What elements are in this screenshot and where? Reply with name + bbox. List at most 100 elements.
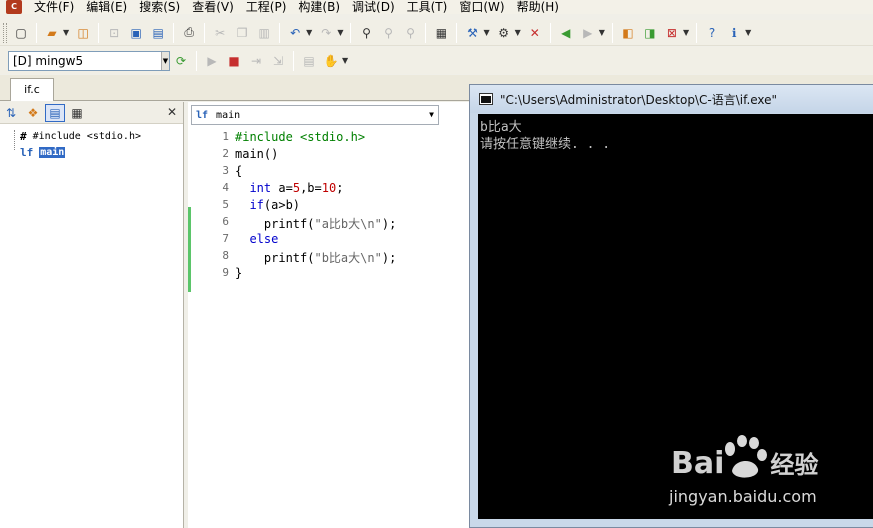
console-app-icon bbox=[479, 93, 493, 105]
code-token: printf( bbox=[235, 217, 315, 231]
navigate-dropdown-icon[interactable]: ▼ bbox=[599, 28, 605, 37]
filter-icon[interactable]: ❖ bbox=[23, 104, 43, 122]
watermark-logo-text: Bai 经验 bbox=[671, 446, 819, 481]
menu-search[interactable]: 搜索(S) bbox=[133, 0, 186, 14]
open-project-icon[interactable]: ◫ bbox=[73, 23, 93, 43]
tree-item-include[interactable]: # #include <stdio.h> bbox=[14, 128, 141, 144]
step-into-icon[interactable]: ⇲ bbox=[268, 51, 288, 71]
code-editor[interactable]: lf main ▼ 1 2 3 4 5 6 7 8 9 #include <stdio.h> ma… bbox=[188, 102, 478, 528]
code-line[interactable]: printf("b比a大\n"); bbox=[235, 249, 396, 266]
sort-az-icon[interactable]: ⇅ bbox=[1, 104, 21, 122]
redo-icon[interactable]: ↷ bbox=[316, 23, 336, 43]
chevron-down-icon[interactable]: ▼ bbox=[429, 110, 434, 119]
menu-edit[interactable]: 编辑(E) bbox=[80, 0, 133, 14]
redo-dropdown-icon[interactable]: ▼ bbox=[337, 28, 343, 37]
new-file-icon[interactable]: ▢ bbox=[11, 23, 31, 43]
code-line[interactable]: } bbox=[235, 266, 242, 280]
code-line[interactable]: int a=5,b=10; bbox=[235, 181, 343, 195]
close-icon[interactable]: ✕ bbox=[167, 105, 177, 119]
debug-dropdown-icon[interactable]: ▼ bbox=[342, 56, 348, 65]
paste-icon[interactable]: ▥ bbox=[254, 23, 274, 43]
back-arrow-icon[interactable]: ◀ bbox=[556, 23, 576, 43]
undo-dropdown-icon[interactable]: ▼ bbox=[306, 28, 312, 37]
code-line[interactable]: if(a>b) bbox=[235, 198, 300, 212]
line-number: 3 bbox=[222, 164, 229, 177]
menu-build[interactable]: 构建(B) bbox=[292, 0, 346, 14]
bookmark-dropdown-icon[interactable]: ▼ bbox=[683, 28, 689, 37]
build-icon[interactable]: ⚙ bbox=[494, 23, 514, 43]
find-in-files-icon[interactable]: ▦ bbox=[431, 23, 451, 43]
code-line[interactable]: { bbox=[235, 164, 242, 178]
hand-icon[interactable]: ✋ bbox=[321, 51, 341, 71]
find-next-icon[interactable]: ⚲ bbox=[378, 23, 398, 43]
code-token: ); bbox=[381, 217, 397, 231]
code-token: a= bbox=[271, 181, 293, 195]
open-folder-icon[interactable]: ▰ bbox=[42, 23, 62, 43]
baidu-watermark: Bai 经验 jingyan.baidu.com bbox=[665, 435, 865, 515]
bookmark-next-icon[interactable]: ◨ bbox=[640, 23, 660, 43]
tab-if-c[interactable]: if.c bbox=[10, 78, 54, 101]
find-icon[interactable]: ⚲ bbox=[356, 23, 376, 43]
compile-dropdown-icon[interactable]: ▼ bbox=[483, 28, 489, 37]
menu-project[interactable]: 工程(P) bbox=[240, 0, 293, 14]
build-dropdown-icon[interactable]: ▼ bbox=[515, 28, 521, 37]
menu-tools[interactable]: 工具(T) bbox=[401, 0, 454, 14]
toolbar-separator bbox=[196, 50, 197, 71]
refresh-compiler-icon[interactable]: ⟳ bbox=[171, 51, 191, 71]
code-token: printf( bbox=[235, 251, 315, 265]
step-over-icon[interactable]: ⇥ bbox=[246, 51, 266, 71]
code-line[interactable]: main() bbox=[235, 147, 278, 161]
menu-help[interactable]: 帮助(H) bbox=[511, 0, 565, 14]
bookmark-icon[interactable]: ◧ bbox=[618, 23, 638, 43]
menu-file[interactable]: 文件(F) bbox=[28, 0, 80, 14]
cut-icon[interactable]: ✂ bbox=[210, 23, 230, 43]
help-icon[interactable]: ? bbox=[702, 23, 722, 43]
console-line: 请按任意键继续. . . bbox=[480, 137, 611, 152]
print-icon[interactable]: ⎙ bbox=[179, 23, 199, 43]
line-number: 5 bbox=[222, 198, 229, 211]
compile-icon[interactable]: ⚒ bbox=[462, 23, 482, 43]
function-select-value: main bbox=[216, 109, 241, 121]
copy-icon[interactable]: ❐ bbox=[232, 23, 252, 43]
line-number: 9 bbox=[222, 266, 229, 279]
console-titlebar[interactable]: "C:\Users\Administrator\Desktop\C-语言\if.… bbox=[470, 85, 873, 113]
menu-debug[interactable]: 调试(D) bbox=[346, 0, 401, 14]
open-dropdown-icon[interactable]: ▼ bbox=[63, 28, 69, 37]
stop-icon[interactable]: ■ bbox=[224, 51, 244, 71]
compiler-select[interactable]: [D] mingw5 ▼ bbox=[8, 50, 170, 71]
console-title: "C:\Users\Administrator\Desktop\C-语言\if.… bbox=[500, 92, 778, 107]
line-number: 7 bbox=[222, 232, 229, 245]
info-icon[interactable]: ℹ bbox=[724, 23, 744, 43]
symbol-view-icon[interactable]: ▤ bbox=[45, 103, 65, 122]
undo-icon[interactable]: ↶ bbox=[285, 23, 305, 43]
forward-arrow-icon[interactable]: ▶ bbox=[578, 23, 598, 43]
close-file-icon[interactable]: ⊡ bbox=[104, 23, 124, 43]
menu-window[interactable]: 窗口(W) bbox=[453, 0, 510, 14]
toolbar-separator bbox=[549, 22, 551, 43]
save-icon[interactable]: ▣ bbox=[126, 23, 146, 43]
run-icon[interactable]: ▶ bbox=[202, 51, 222, 71]
code-line[interactable]: else bbox=[235, 232, 278, 246]
debug-window-icon[interactable]: ▤ bbox=[299, 51, 319, 71]
watermark-url: jingyan.baidu.com bbox=[669, 487, 817, 506]
tree-item-main[interactable]: lf main bbox=[14, 144, 66, 160]
build-toolbar: [D] mingw5 ▼ ⟳ ▶ ■ ⇥ ⇲ ▤ ✋ ▼ bbox=[0, 47, 873, 74]
toolbar-grip[interactable] bbox=[3, 22, 7, 43]
menu-view[interactable]: 查看(V) bbox=[186, 0, 240, 14]
function-select[interactable]: lf main ▼ bbox=[191, 105, 439, 125]
file-view-icon[interactable]: ▦ bbox=[67, 104, 87, 122]
help-dropdown-icon[interactable]: ▼ bbox=[745, 28, 751, 37]
code-token: int bbox=[249, 181, 272, 195]
stop-build-icon[interactable]: ✕ bbox=[525, 23, 545, 43]
find-previous-icon[interactable]: ⚲ bbox=[400, 23, 420, 43]
toolbar-separator bbox=[350, 22, 352, 43]
code-line[interactable]: #include <stdio.h> bbox=[235, 130, 365, 144]
bookmark-clear-icon[interactable]: ⊠ bbox=[662, 23, 682, 43]
save-all-icon[interactable]: ▤ bbox=[148, 23, 168, 43]
code-token: "a比b大\n" bbox=[314, 217, 382, 231]
line-number: 2 bbox=[222, 147, 229, 160]
code-line[interactable]: printf("a比b大\n"); bbox=[235, 215, 396, 232]
chevron-down-icon[interactable]: ▼ bbox=[161, 51, 169, 70]
